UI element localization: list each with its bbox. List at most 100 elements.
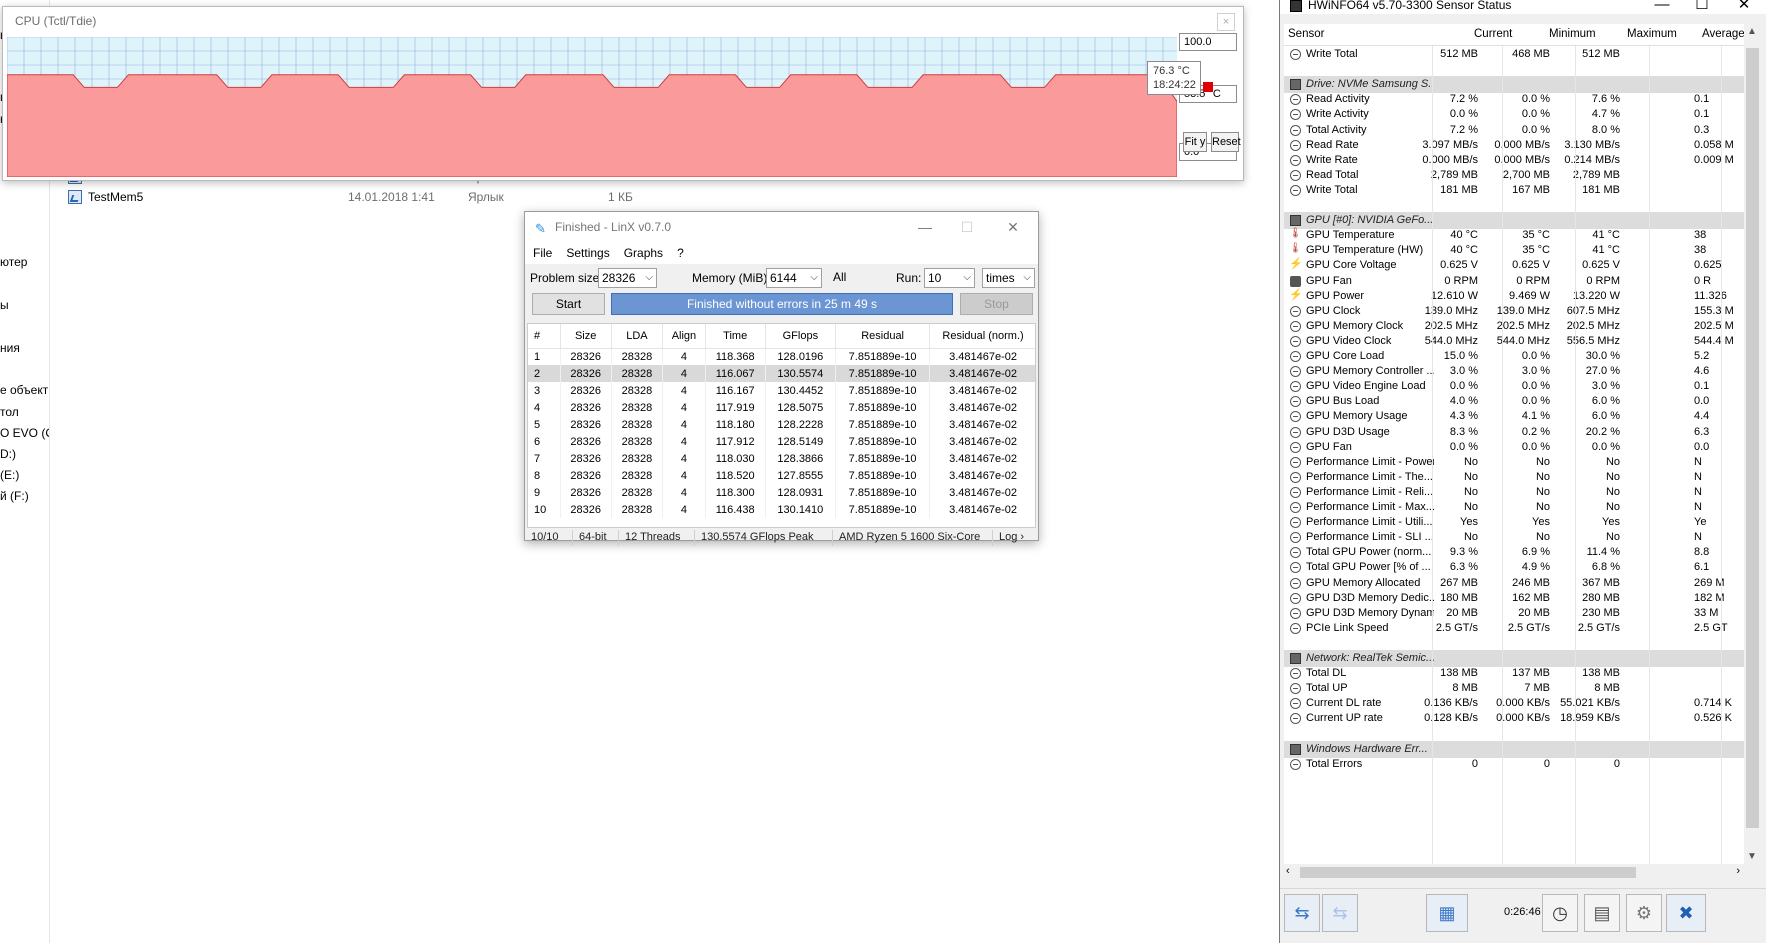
menu-settings[interactable]: Settings bbox=[566, 246, 609, 260]
nav-item[interactable]: ютер bbox=[0, 255, 27, 269]
table-cell: 7.851889e-10 bbox=[835, 484, 931, 501]
close-button[interactable]: ✕ bbox=[998, 216, 1028, 238]
sensor-average: 2.5 GT bbox=[1694, 622, 1728, 634]
table-row[interactable]: 2 28326 28328 4 116.067 130.5574 7.851889e-10 3… bbox=[528, 365, 1035, 382]
linx-titlebar[interactable]: ✎ Finished - LinX v0.7.0 — ☐ ✕ bbox=[525, 212, 1038, 242]
table-row[interactable]: 3 28326 28328 4 116.167 130.4452 7.851889e-10 3… bbox=[528, 382, 1035, 399]
sensor-average: 0.3 bbox=[1694, 124, 1710, 136]
navigate-arrows-icon[interactable]: ⇆ bbox=[1284, 894, 1320, 932]
scroll-left-icon[interactable]: ‹ bbox=[1286, 865, 1290, 877]
menu-help[interactable]: ? bbox=[677, 246, 684, 260]
sensor-average: 0.1 bbox=[1694, 93, 1710, 105]
reset-button[interactable]: Reset bbox=[1211, 132, 1241, 152]
column-header[interactable]: Time bbox=[705, 324, 766, 349]
file-row[interactable]: TestMem5 14.01.2018 1:41 Ярлык 1 КБ bbox=[68, 188, 633, 206]
problem-size-select[interactable]: 28326 ⌵ bbox=[598, 268, 657, 288]
log-button[interactable]: Log › bbox=[993, 530, 1033, 546]
sensor-row[interactable]: Write Activity 0.0 % 0.0 % 4.7 % 0.1 bbox=[1284, 106, 1744, 123]
table-cell: 6 bbox=[528, 433, 561, 450]
column-header[interactable]: # bbox=[528, 324, 561, 349]
sensor-row[interactable]: GPU Core Voltage 0.625 V 0.625 V 0.625 V 0.6… bbox=[1284, 257, 1744, 274]
table-cell: 4 bbox=[662, 467, 706, 484]
column-maximum[interactable]: Maximum bbox=[1627, 28, 1677, 40]
report-add-icon[interactable]: ▤ bbox=[1584, 894, 1620, 932]
sensor-maximum: 8.0 % bbox=[1591, 124, 1620, 136]
nav-item[interactable]: D:) bbox=[0, 447, 16, 461]
table-cell: 116.438 bbox=[705, 501, 766, 518]
nav-item[interactable]: (E:) bbox=[0, 468, 19, 482]
table-cell: 128.0196 bbox=[765, 348, 837, 365]
settings-gear-icon[interactable]: ⚙ bbox=[1626, 894, 1662, 932]
column-average[interactable]: Average bbox=[1702, 28, 1745, 40]
clock-icon[interactable]: ◷ bbox=[1542, 894, 1578, 932]
sensor-average: N bbox=[1694, 486, 1702, 498]
column-header[interactable]: Size bbox=[560, 324, 612, 349]
close-button[interactable]: ✕ bbox=[1726, 0, 1762, 14]
column-header[interactable]: Align bbox=[662, 324, 706, 349]
network-icon[interactable]: ▦ bbox=[1426, 894, 1468, 932]
sensor-row[interactable]: Current UP rate 0.128 KB/s 0.000 KB/s 18.95… bbox=[1284, 710, 1744, 727]
cpu-temperature-graph-window[interactable]: CPU (Tctl/Tdie) × 100.0 53.5 °C 0.0 76.3… bbox=[2, 6, 1244, 181]
menu-graphs[interactable]: Graphs bbox=[624, 246, 663, 260]
horizontal-scrollbar[interactable]: ‹ › bbox=[1284, 864, 1744, 881]
nav-item[interactable]: тол bbox=[0, 405, 19, 419]
close-sensors-icon[interactable]: ✖ bbox=[1666, 894, 1706, 932]
graph-max-field[interactable]: 100.0 bbox=[1179, 33, 1237, 51]
table-row[interactable]: 8 28326 28328 4 118.520 127.8555 7.851889e-10 3… bbox=[528, 467, 1035, 484]
nav-item[interactable]: ния bbox=[0, 341, 20, 355]
hwinfo-titlebar[interactable]: HWiNFO64 v5.70-3300 Sensor Status — ☐ ✕ bbox=[1280, 0, 1766, 14]
device-icon bbox=[1290, 79, 1301, 90]
menu-file[interactable]: File bbox=[533, 246, 552, 260]
sensor-maximum: 41 °C bbox=[1592, 244, 1620, 256]
scroll-up-icon[interactable]: ▲ bbox=[1747, 26, 1757, 37]
sensor-name: GPU Fan bbox=[1306, 441, 1352, 453]
table-row[interactable]: 10 28326 28328 4 116.438 130.1410 7.851889e-10… bbox=[528, 501, 1035, 518]
linx-window[interactable]: ✎ Finished - LinX v0.7.0 — ☐ ✕ File Sett… bbox=[524, 211, 1039, 546]
scroll-thumb[interactable] bbox=[1300, 867, 1636, 878]
hwinfo-sensor-window[interactable]: HWiNFO64 v5.70-3300 Sensor Status — ☐ ✕ … bbox=[1279, 0, 1766, 943]
scroll-thumb[interactable] bbox=[1746, 48, 1759, 828]
sensor-row[interactable]: Total Errors 0 0 0 bbox=[1284, 756, 1744, 773]
scroll-right-icon[interactable]: › bbox=[1736, 865, 1740, 877]
footer-progress: 10/10 bbox=[525, 530, 573, 546]
file-icon bbox=[68, 190, 82, 204]
minimize-button[interactable]: — bbox=[910, 216, 940, 238]
column-header[interactable]: GFlops bbox=[765, 324, 837, 349]
table-row[interactable]: 1 28326 28328 4 118.368 128.0196 7.851889e-10 3… bbox=[528, 348, 1035, 365]
table-cell: 117.919 bbox=[705, 399, 766, 416]
table-cell: 28326 bbox=[560, 348, 612, 365]
nav-item[interactable]: е объекты bbox=[0, 383, 49, 397]
column-current[interactable]: Current bbox=[1474, 28, 1512, 40]
sensor-row[interactable]: GPU Memory Usage 4.3 % 4.1 % 6.0 % 4.4 bbox=[1284, 408, 1744, 425]
column-sensor[interactable]: Sensor bbox=[1288, 28, 1324, 40]
sensor-circle-icon bbox=[1290, 457, 1301, 468]
run-count-select[interactable]: 10 ⌵ bbox=[924, 268, 975, 288]
table-row[interactable]: 6 28326 28328 4 117.912 128.5149 7.851889e-10 3… bbox=[528, 433, 1035, 450]
table-row[interactable]: 9 28326 28328 4 118.300 128.0931 7.851889e-10 3… bbox=[528, 484, 1035, 501]
nav-item[interactable]: й (F:) bbox=[0, 489, 29, 503]
fit-y-button[interactable]: Fit y bbox=[1183, 132, 1207, 152]
memory-select[interactable]: 6144 ⌵ bbox=[766, 268, 822, 288]
minimize-button[interactable]: — bbox=[1644, 0, 1680, 14]
close-button[interactable]: × bbox=[1217, 13, 1235, 31]
nav-item[interactable]: O EVO (C:) bbox=[0, 426, 49, 440]
all-memory-option[interactable]: All bbox=[833, 270, 846, 284]
start-button[interactable]: Start bbox=[532, 293, 605, 315]
table-row[interactable]: 7 28326 28328 4 118.030 128.3866 7.851889e-10 3… bbox=[528, 450, 1035, 467]
sensor-minimum: 0 RPM bbox=[1516, 275, 1550, 287]
sensor-row[interactable]: Total GPU Power [% of ... 6.3 % 4.9 % 6.8 %… bbox=[1284, 559, 1744, 576]
column-header[interactable]: LDA bbox=[611, 324, 664, 349]
column-header[interactable]: Residual (norm.) bbox=[929, 324, 1035, 349]
scroll-down-icon[interactable]: ▼ bbox=[1747, 851, 1757, 862]
table-cell: 7 bbox=[528, 450, 561, 467]
column-header[interactable]: Residual bbox=[835, 324, 931, 349]
table-row[interactable]: 4 28326 28328 4 117.919 128.5075 7.851889e-10 3… bbox=[528, 399, 1035, 416]
table-cell: 4 bbox=[662, 348, 706, 365]
column-minimum[interactable]: Minimum bbox=[1549, 28, 1596, 40]
sensor-minimum: 0.0 % bbox=[1521, 350, 1550, 362]
maximize-button[interactable]: ☐ bbox=[1684, 0, 1720, 14]
nav-item[interactable]: ы bbox=[0, 298, 9, 312]
table-row[interactable]: 5 28326 28328 4 118.180 128.2228 7.851889e-10 3… bbox=[528, 416, 1035, 433]
vertical-scrollbar[interactable]: ▲ ▼ bbox=[1744, 24, 1761, 864]
run-unit-select[interactable]: times ⌵ bbox=[982, 268, 1035, 288]
